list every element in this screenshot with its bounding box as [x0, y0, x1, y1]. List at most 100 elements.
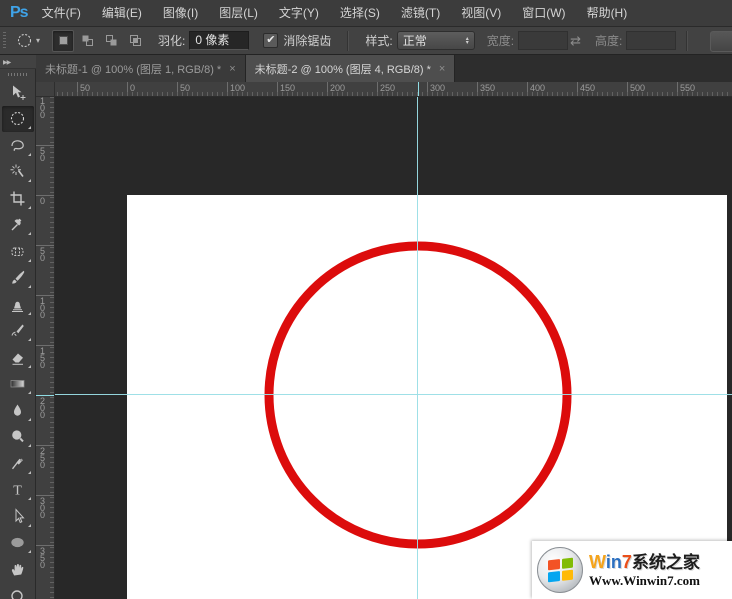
- height-input[interactable]: [626, 31, 677, 50]
- menu-item[interactable]: 视图(V): [461, 6, 501, 20]
- width-input[interactable]: [518, 31, 569, 50]
- healing-brush-tool[interactable]: [2, 238, 34, 265]
- document-tab[interactable]: 未标题-2 @ 100% (图层 4, RGB/8) * ×: [245, 55, 456, 82]
- clone-stamp-tool[interactable]: [2, 291, 34, 318]
- eyedropper-tool[interactable]: [2, 212, 34, 239]
- document-tab-bar: 未标题-1 @ 100% (图层 1, RGB/8) * × 未标题-2 @ 100…: [36, 55, 732, 82]
- divider: [347, 30, 350, 51]
- ruler-label: 3 5 0: [40, 546, 46, 570]
- menu-item[interactable]: 编辑(E): [102, 6, 142, 20]
- ruler-major-tick: [36, 145, 54, 146]
- style-dropdown[interactable]: 正常 ▴ ▾: [396, 31, 475, 50]
- guide-marker: [36, 395, 54, 396]
- options-grip-handle[interactable]: [3, 31, 6, 50]
- pen-tool[interactable]: [2, 450, 34, 477]
- ruler-label: 200: [330, 83, 346, 93]
- ruler-label: 5 0: [40, 246, 46, 263]
- close-icon[interactable]: ×: [229, 63, 235, 75]
- add-to-selection-button[interactable]: [76, 30, 98, 52]
- double-chevron-icon: ▶▶: [3, 60, 11, 66]
- elliptical-marquee-icon: [17, 33, 32, 48]
- ellipse-shape-tool[interactable]: [2, 530, 34, 557]
- eraser-tool[interactable]: [2, 344, 34, 371]
- path-selection-tool[interactable]: [2, 503, 34, 530]
- elliptical-marquee-tool[interactable]: [1, 105, 34, 132]
- menu-item[interactable]: 窗口(W): [522, 6, 565, 20]
- subtool-corner-icon: [27, 364, 31, 368]
- ruler-major-tick: [227, 82, 228, 96]
- menu-item[interactable]: 文件(F): [42, 6, 81, 20]
- gradient-tool[interactable]: [2, 371, 34, 398]
- photoshop-window: Ps 文件(F) 编辑(E) 图像(I) 图层(L) 文字(Y) 选择(S) 滤镜(T) 视图…: [0, 0, 732, 599]
- tool-preset-button[interactable]: ▾: [12, 30, 44, 51]
- intersect-selection-button[interactable]: [124, 30, 146, 52]
- ruler-label: 5 0: [40, 146, 46, 163]
- dodge-tool[interactable]: [2, 424, 34, 451]
- ruler-major-tick: [77, 82, 78, 96]
- subtool-corner-icon: [27, 258, 31, 262]
- subtool-corner-icon: [27, 126, 31, 129]
- ruler-label: 0: [40, 196, 46, 206]
- hand-tool[interactable]: [2, 556, 34, 583]
- toolbar-collapse-button[interactable]: ▶▶: [0, 55, 36, 69]
- ruler-label: 100: [230, 83, 246, 93]
- horizontal-guide: [55, 394, 732, 395]
- refine-edge-button-partial[interactable]: [710, 31, 732, 52]
- type-tool[interactable]: T: [2, 477, 34, 504]
- menu-item[interactable]: 滤镜(T): [401, 6, 440, 20]
- blur-tool[interactable]: [2, 397, 34, 424]
- ruler-label: 300: [430, 83, 446, 93]
- subtool-corner-icon: [27, 550, 31, 553]
- magic-wand-tool[interactable]: [2, 159, 34, 186]
- antialias-checkbox[interactable]: ✔: [263, 33, 279, 48]
- history-brush-tool[interactable]: [2, 318, 34, 345]
- brand-suffix: 系统之家: [631, 553, 700, 572]
- move-tool[interactable]: [2, 79, 34, 106]
- ruler-label: 1 5 0: [40, 346, 46, 370]
- swap-dimensions-icon[interactable]: ⇄: [570, 33, 581, 49]
- ruler-label: 3 0 0: [40, 496, 46, 520]
- zoom-tool[interactable]: [2, 583, 34, 599]
- menu-bar: Ps 文件(F) 编辑(E) 图像(I) 图层(L) 文字(Y) 选择(S) 滤镜(T) 视图…: [0, 0, 732, 27]
- subtool-corner-icon: [27, 205, 31, 209]
- document-tab[interactable]: 未标题-1 @ 100% (图层 1, RGB/8) * ×: [36, 55, 246, 82]
- watermark-text: Win7系统之家 Www.Winwin7.com: [589, 552, 700, 588]
- ruler-major-tick: [36, 295, 54, 296]
- brush-tool[interactable]: [2, 265, 34, 292]
- subtool-corner-icon: [27, 152, 31, 156]
- watermark-url: Www.Winwin7.com: [589, 573, 700, 588]
- subtool-corner-icon: [27, 311, 31, 315]
- crop-tool[interactable]: [2, 185, 34, 212]
- new-selection-button[interactable]: [52, 29, 75, 52]
- ruler-label: 50: [180, 83, 191, 93]
- subtract-from-selection-button[interactable]: [100, 30, 122, 52]
- brand-w: W: [589, 552, 606, 572]
- menu-item[interactable]: 图层(L): [219, 6, 258, 20]
- ruler-major-tick: [577, 82, 578, 96]
- ruler-label: 500: [630, 83, 646, 93]
- photoshop-logo: Ps: [10, 4, 29, 21]
- ruler-origin-corner[interactable]: [36, 82, 55, 97]
- tool-options-bar: ▾ 羽化: 0 像素 ✔ 消除锯齿 样式: 正常 ▴ ▾ 宽度: ⇄ 高度:: [0, 27, 732, 55]
- menu-item[interactable]: 帮助(H): [587, 6, 628, 20]
- toolbar-grip-handle[interactable]: [7, 73, 28, 76]
- selection-mode-buttons: [52, 29, 146, 52]
- tools-list: T: [0, 79, 35, 599]
- vertical-ruler[interactable]: 1 0 0 5 0 0 5 0 1 0 0 1 5 0 2 0 0 2 5 0 3 0 0 3 5…: [36, 97, 55, 599]
- ruler-major-tick: [327, 82, 328, 96]
- ruler-label: 150: [280, 83, 296, 93]
- menu-item[interactable]: 图像(I): [163, 6, 198, 20]
- feather-input[interactable]: 0 像素: [189, 31, 250, 50]
- close-icon[interactable]: ×: [439, 63, 445, 75]
- lasso-tool[interactable]: [2, 132, 34, 159]
- ruler-label: 50: [80, 83, 91, 93]
- ruler-label: 1 0 0: [40, 296, 46, 320]
- menu-item[interactable]: 文字(Y): [279, 6, 319, 20]
- ruler-major-tick: [527, 82, 528, 96]
- ruler-major-tick: [36, 245, 54, 246]
- tab-label: 未标题-1 @ 100% (图层 1, RGB/8) *: [45, 63, 222, 76]
- ruler-major-tick: [36, 195, 54, 196]
- menu-item[interactable]: 选择(S): [340, 6, 380, 20]
- ruler-major-tick: [36, 495, 54, 496]
- horizontal-ruler[interactable]: 50 0 50 100 150 200 250 300 350 400 450 500 550: [55, 82, 732, 97]
